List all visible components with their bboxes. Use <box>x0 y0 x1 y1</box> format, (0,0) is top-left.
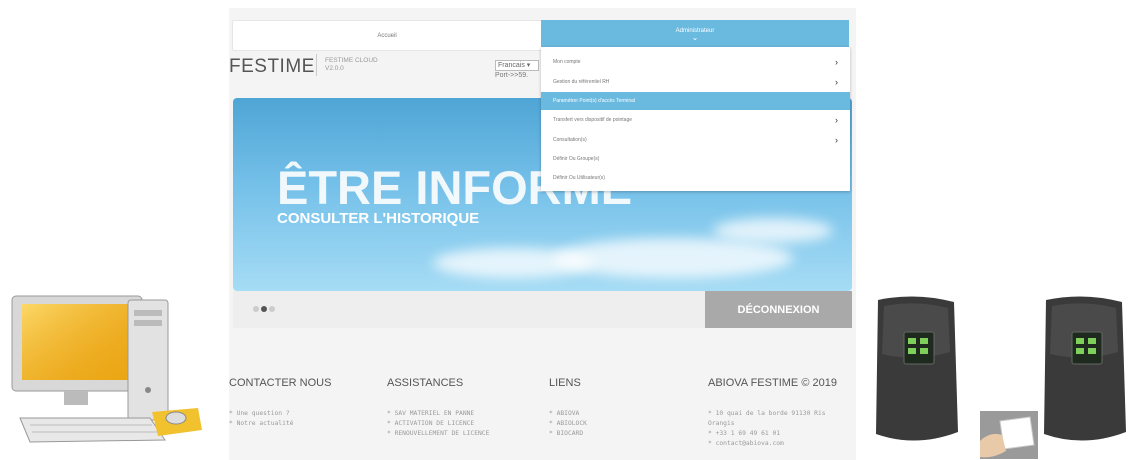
tab-administrateur[interactable]: Administrateur ⌄ <box>541 20 849 49</box>
slider-dot-1[interactable] <box>253 306 259 312</box>
chevron-right-icon: › <box>835 135 838 145</box>
footer-link[interactable]: * ABIOVA <box>549 409 587 419</box>
footer-company: ABIOVA FESTIME © 2019 * 10 quai de la bo… <box>708 377 837 449</box>
menu-item-label: Définir Ou Utilisateur(s) <box>553 175 605 181</box>
menu-item-label: Transfert vers dispositif de pointage <box>553 117 633 123</box>
port-label: Port->>59. <box>495 72 529 79</box>
language-select[interactable]: Francais ▾ <box>495 60 539 71</box>
chevron-right-icon: › <box>835 57 838 67</box>
menu-item-referentiel-rh[interactable]: Gestion du référentiel RH › <box>541 73 850 91</box>
cloud-decoration <box>553 238 793 278</box>
footer-link[interactable]: * RENOUVELLEMENT DE LICENCE <box>387 429 489 439</box>
hero-subtitle: CONSULTER L'HISTORIQUE <box>277 210 480 227</box>
footer-links-heading: LIENS <box>549 377 581 389</box>
cloud-decoration <box>713 218 833 243</box>
product-info: FESTIME CLOUD V2.0.0 <box>325 57 378 73</box>
admin-dropdown-menu: Mon compte › Gestion du référentiel RH ›… <box>541 47 850 191</box>
footer-link[interactable]: * BIOCARD <box>549 429 587 439</box>
brand-divider <box>316 54 317 76</box>
footer-assist-heading: ASSISTANCES <box>387 377 464 389</box>
menu-item-mon-compte[interactable]: Mon compte › <box>541 53 850 71</box>
tab-accueil[interactable]: Accueil <box>232 20 542 51</box>
footer-contact: CONTACTER NOUS * Une question ? * Notre … <box>229 377 331 429</box>
logout-button[interactable]: DÉCONNEXION <box>705 291 852 328</box>
menu-item-definir-utilisateurs[interactable]: Définir Ou Utilisateur(s) <box>541 169 850 187</box>
slider-dot-3[interactable] <box>269 306 275 312</box>
menu-item-transfert[interactable]: Transfert vers dispositif de pointage › <box>541 111 850 129</box>
footer-link[interactable]: * Une question ? <box>229 409 331 419</box>
desktop-computer-illustration <box>11 295 202 443</box>
footer-contact-heading: CONTACTER NOUS <box>229 377 332 389</box>
footer-link[interactable]: * ABIOLOCK <box>549 419 587 429</box>
biometric-terminal-illustration <box>876 296 958 441</box>
menu-item-label: Consultation(s) <box>553 137 587 143</box>
menu-item-label: Gestion du référentiel RH <box>553 79 610 85</box>
menu-item-consultations[interactable]: Consultation(s) › <box>541 131 850 149</box>
footer-link[interactable]: * Notre actualité <box>229 419 331 429</box>
menu-item-label: Définir Ou Groupe(s) <box>553 156 600 162</box>
product-name: FESTIME CLOUD <box>325 57 378 64</box>
footer-link[interactable]: * ACTIVATION DE LICENCE <box>387 419 489 429</box>
brand-logo-text: FESTIME <box>229 56 315 77</box>
slider-dots <box>253 306 275 312</box>
footer-link[interactable]: * SAV MATERIEL EN PANNE <box>387 409 489 419</box>
tab-accueil-label: Accueil <box>377 32 397 39</box>
chevron-right-icon: › <box>835 115 838 125</box>
chevron-down-icon: ⌄ <box>691 32 699 42</box>
footer-company-heading: ABIOVA FESTIME © 2019 <box>708 377 837 389</box>
product-version: V2.0.0 <box>325 65 344 72</box>
slider-dot-2[interactable] <box>261 306 267 312</box>
footer-assistances: ASSISTANCES * SAV MATERIEL EN PANNE * AC… <box>387 377 489 439</box>
footer-phone: * +33 1 69 49 61 01 <box>708 430 781 437</box>
menu-item-label: Paramétrer Point(s) d'accès Terminal <box>553 98 636 104</box>
chevron-right-icon: › <box>835 77 838 87</box>
footer-address: * 10 quai de la borde 91130 Ris <box>708 410 826 417</box>
footer-address: Orangis <box>708 420 735 427</box>
footer-liens: LIENS * ABIOVA * ABIOLOCK * BIOCARD <box>549 377 587 439</box>
menu-item-definir-groupes[interactable]: Définir Ou Groupe(s) <box>541 150 850 168</box>
biometric-terminal-illustration <box>1044 296 1126 441</box>
footer-email[interactable]: * contact@abiova.com <box>708 439 837 449</box>
menu-item-label: Mon compte <box>553 59 581 65</box>
menu-item-parametrer-terminal[interactable]: Paramétrer Point(s) d'accès Terminal <box>541 92 850 110</box>
rfid-card-illustration <box>980 411 1038 459</box>
